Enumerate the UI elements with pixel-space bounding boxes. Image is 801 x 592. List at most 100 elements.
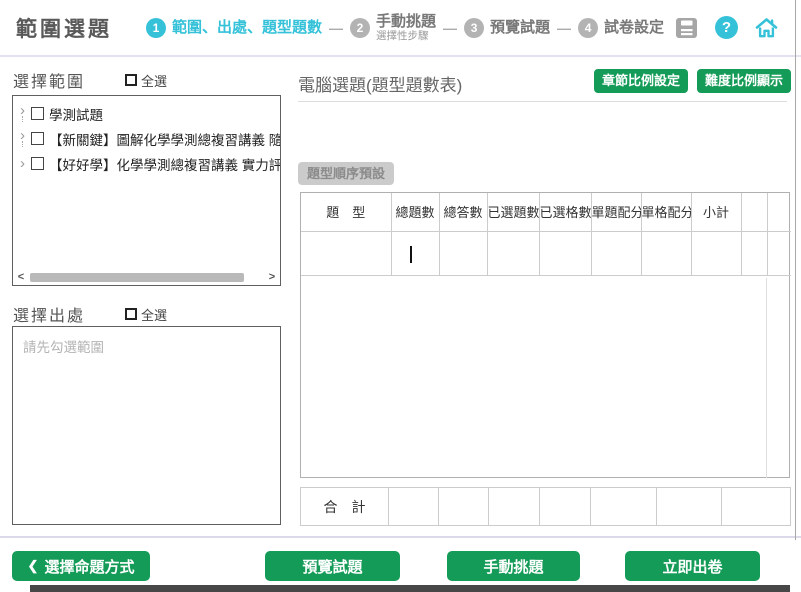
- range-item-label: 【新關鍵】圖解化學學測總複習講義 隨堂: [49, 129, 281, 149]
- question-type-table-region: 題 型 總題數 總答數 已選題數 已選格數 單題配分 單格配分 小計: [300, 192, 790, 478]
- preview-button-label: 預覽試題: [302, 556, 362, 577]
- tree-dotted-line: [22, 141, 23, 147]
- preview-questions-button[interactable]: 預覽試題: [265, 551, 400, 581]
- range-select-all-checkbox[interactable]: 全選: [125, 71, 167, 90]
- column-divider-line: [766, 278, 767, 478]
- step-2-sublabel: 選擇性步驟: [376, 30, 436, 42]
- total-cell: [722, 488, 791, 526]
- range-tree: › 學測試題 › 【新關鍵】圖解化學學測總複習講義 隨堂 › 【好好學】化學學測…: [13, 96, 280, 176]
- chevron-right-icon[interactable]: ›: [20, 105, 25, 116]
- step-4-number: 4: [578, 18, 598, 38]
- horizontal-scrollbar[interactable]: < >: [14, 270, 279, 284]
- col-total-answers: 總答數: [439, 193, 487, 231]
- source-select-all-checkbox[interactable]: 全選: [125, 305, 167, 324]
- source-list-box[interactable]: 請先勾選範圍: [12, 326, 281, 525]
- cell-points-per-blank[interactable]: [641, 231, 691, 275]
- step-1-range[interactable]: 1 範圍、出處、題型題數: [146, 18, 322, 38]
- col-selected-blanks: 已選格數: [539, 193, 591, 231]
- cell-question-type[interactable]: [301, 231, 391, 275]
- range-section-label: 選擇範圍: [13, 68, 85, 92]
- range-list-box[interactable]: › 學測試題 › 【新關鍵】圖解化學學測總複習講義 隨堂 › 【好好學】化學學測…: [12, 95, 281, 286]
- step-3-preview[interactable]: 3 預覽試題: [464, 18, 550, 38]
- step-2-manual-pick[interactable]: 2 手動挑題 選擇性步驟: [350, 13, 436, 42]
- step-nav: 1 範圍、出處、題型題數 — 2 手動挑題 選擇性步驟 — 3 預覽試題 — 4…: [146, 13, 664, 42]
- cell-selected-questions[interactable]: [487, 231, 539, 275]
- home-icon[interactable]: [754, 16, 779, 40]
- step-3-number: 3: [464, 18, 484, 38]
- manual-button-label: 手動挑題: [483, 556, 543, 577]
- col-selected-questions: 已選題數: [487, 193, 539, 231]
- text-cursor: [410, 246, 412, 263]
- col-question-type: 題 型: [301, 193, 391, 231]
- source-section-label: 選擇出處: [13, 302, 85, 326]
- checkbox-icon[interactable]: [31, 157, 44, 170]
- step-4-paper-settings[interactable]: 4 試卷設定: [578, 18, 664, 38]
- checkbox-icon: [125, 308, 137, 320]
- back-button-label: 選擇命題方式: [44, 556, 134, 577]
- difficulty-ratio-button[interactable]: 難度比例顯示: [697, 69, 791, 93]
- save-icon[interactable]: [674, 16, 699, 40]
- scroll-right-icon[interactable]: >: [265, 270, 279, 284]
- select-all-label: 全選: [141, 71, 167, 90]
- cell-total-answers[interactable]: [439, 231, 487, 275]
- step-dash: —: [557, 20, 571, 36]
- col-empty: [741, 193, 767, 231]
- checkbox-icon[interactable]: [31, 107, 44, 120]
- step-4-label: 試卷設定: [604, 19, 664, 36]
- step-1-label: 範圍、出處、題型題數: [172, 19, 322, 36]
- source-section-header: 選擇出處 全選: [13, 302, 281, 326]
- scrollbar-thumb[interactable]: [30, 273, 244, 282]
- col-total-questions: 總題數: [391, 193, 439, 231]
- background-window-edge: [30, 585, 790, 592]
- cell-selected-blanks[interactable]: [539, 231, 591, 275]
- total-cell: [540, 488, 591, 526]
- col-points-per-blank: 單格配分: [641, 193, 691, 231]
- checkbox-icon: [125, 74, 137, 86]
- ratio-buttons: 章節比例設定 難度比例顯示: [594, 69, 791, 93]
- step-dash: —: [329, 20, 343, 36]
- select-all-label: 全選: [141, 305, 167, 324]
- chevron-right-icon[interactable]: ›: [20, 158, 25, 169]
- total-cell: [439, 488, 489, 526]
- divider: [298, 101, 787, 102]
- type-order-default-button[interactable]: 題型順序預設: [298, 162, 394, 185]
- table-header-row: 題 型 總題數 總答數 已選題數 已選格數 單題配分 單格配分 小計: [301, 193, 791, 231]
- range-tree-item[interactable]: › 【新關鍵】圖解化學學測總複習講義 隨堂: [13, 126, 280, 151]
- scroll-left-icon[interactable]: <: [14, 270, 28, 284]
- col-points-per-question: 單題配分: [591, 193, 641, 231]
- help-glyph: ?: [715, 16, 738, 39]
- cell-total-questions-input[interactable]: [391, 231, 439, 275]
- chevron-right-icon[interactable]: ›: [20, 130, 25, 141]
- step-2-label: 手動挑題: [376, 13, 436, 30]
- help-icon[interactable]: ?: [714, 16, 739, 40]
- range-section-header: 選擇範圍 全選: [13, 68, 281, 92]
- range-item-label: 學測試題: [49, 104, 103, 124]
- total-cell: [489, 488, 540, 526]
- total-cell: [657, 488, 722, 526]
- step-3-label: 預覽試題: [490, 19, 550, 36]
- cell-empty: [767, 231, 791, 275]
- divider: [0, 536, 801, 538]
- header-icons: ?: [674, 16, 779, 40]
- total-cell: [591, 488, 657, 526]
- manual-pick-button[interactable]: 手動挑題: [447, 551, 580, 581]
- choose-method-back-button[interactable]: ❮ 選擇命題方式: [12, 551, 150, 581]
- step-1-number: 1: [146, 18, 166, 38]
- source-placeholder-text: 請先勾選範圍: [13, 327, 280, 365]
- col-empty: [767, 193, 791, 231]
- exam-builder-screen: 範圍選題 1 範圍、出處、題型題數 — 2 手動挑題 選擇性步驟 — 3 預覽試…: [0, 0, 801, 592]
- right-border-line: [795, 0, 796, 540]
- computer-selection-title: 電腦選題(題型題數表): [298, 71, 462, 96]
- range-tree-item[interactable]: › 學測試題: [13, 101, 280, 126]
- step-2-number: 2: [350, 18, 370, 38]
- question-type-table: 題 型 總題數 總答數 已選題數 已選格數 單題配分 單格配分 小計: [301, 193, 791, 276]
- cell-subtotal[interactable]: [691, 231, 741, 275]
- col-subtotal: 小計: [691, 193, 741, 231]
- cell-points-per-question[interactable]: [591, 231, 641, 275]
- range-tree-item[interactable]: › 【好好學】化學學測總複習講義 實力評量: [13, 151, 280, 176]
- generate-paper-button[interactable]: 立即出卷: [625, 551, 760, 581]
- generate-button-label: 立即出卷: [662, 556, 722, 577]
- checkbox-icon[interactable]: [31, 132, 44, 145]
- chapter-ratio-button[interactable]: 章節比例設定: [594, 69, 688, 93]
- table-row: [301, 231, 791, 275]
